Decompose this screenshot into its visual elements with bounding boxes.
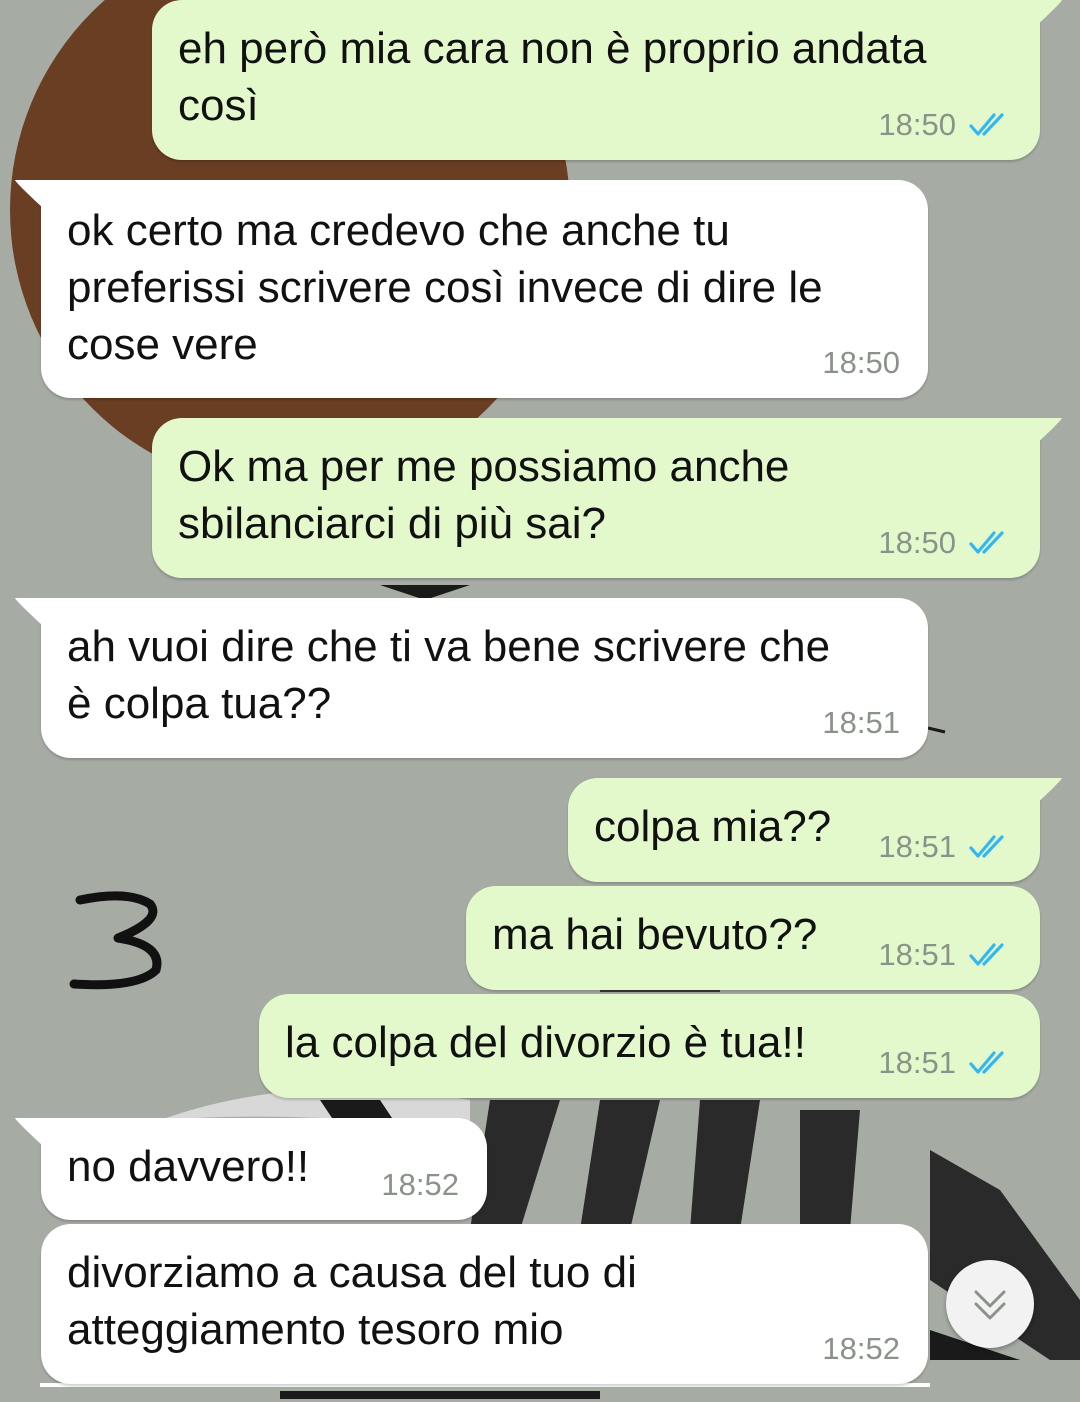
message-text: Ok ma per me possiamo anche sbilanciarci…: [178, 442, 790, 548]
double-check-icon: [969, 835, 1004, 858]
bubble-tail: [1034, 0, 1062, 28]
double-chevron-down-icon: [974, 1290, 1006, 1320]
message-bubble-incoming[interactable]: ah vuoi dire che ti va bene scrivere che…: [41, 598, 928, 758]
bubble-tail: [1034, 418, 1062, 446]
message-bubble-outgoing[interactable]: colpa mia?? 18:51: [568, 778, 1040, 882]
message-time: 18:52: [822, 1331, 900, 1366]
message-bubble-outgoing[interactable]: Ok ma per me possiamo anche sbilanciarci…: [152, 418, 1040, 578]
message-bubble-outgoing[interactable]: ma hai bevuto?? 18:51: [466, 886, 1040, 990]
message-text: ma hai bevuto??: [492, 910, 818, 959]
double-check-icon: [969, 531, 1004, 554]
bubble-tail: [15, 1118, 43, 1146]
bubble-tail: [1034, 778, 1062, 806]
message-text: colpa mia??: [594, 802, 832, 851]
message-time: 18:50: [822, 345, 900, 380]
message-time: 18:52: [381, 1167, 459, 1202]
message-time: 18:50: [878, 525, 956, 560]
bubble-tail: [15, 180, 43, 208]
message-text: no davvero!!: [67, 1142, 310, 1191]
message-time: 18:51: [878, 1045, 956, 1080]
message-time: 18:50: [878, 107, 956, 142]
message-time: 18:51: [878, 829, 956, 864]
message-time: 18:51: [878, 937, 956, 972]
message-text: divorziamo a causa del tuo di atteggiame…: [67, 1248, 637, 1354]
scroll-to-bottom-button[interactable]: [946, 1260, 1034, 1348]
message-bubble-outgoing[interactable]: eh però mia cara non è proprio andata co…: [152, 0, 1040, 160]
message-bubble-outgoing[interactable]: la colpa del divorzio è tua!! 18:51: [259, 994, 1040, 1098]
double-check-icon: [969, 1051, 1004, 1074]
message-bubble-incoming[interactable]: divorziamo a causa del tuo di atteggiame…: [41, 1224, 928, 1384]
double-check-icon: [969, 943, 1004, 966]
message-bubble-incoming[interactable]: no davvero!! 18:52: [41, 1118, 487, 1220]
bubble-tail: [15, 598, 43, 626]
message-text: ok certo ma credevo che anche tu preferi…: [67, 206, 823, 369]
message-text: la colpa del divorzio è tua!!: [285, 1018, 806, 1067]
message-text: eh però mia cara non è proprio andata co…: [178, 24, 927, 130]
double-check-icon: [969, 113, 1004, 136]
message-text: ah vuoi dire che ti va bene scrivere che…: [67, 622, 831, 728]
handwritten-number-annotation: [69, 891, 162, 990]
message-bubble-incoming[interactable]: ok certo ma credevo che anche tu preferi…: [41, 180, 928, 398]
message-time: 18:51: [822, 705, 900, 740]
